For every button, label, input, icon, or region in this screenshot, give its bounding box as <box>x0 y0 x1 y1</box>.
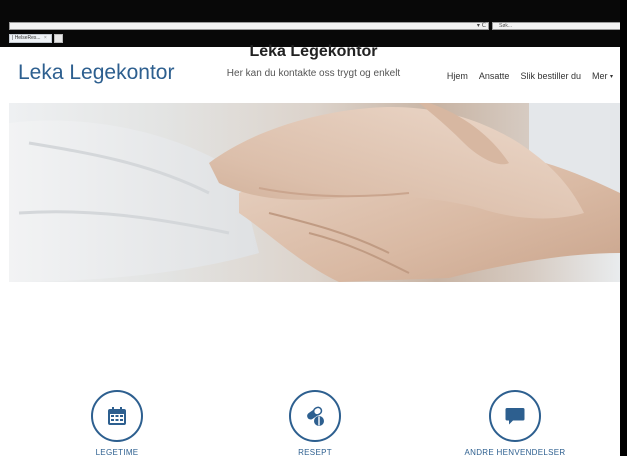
service-legetime[interactable]: LEGETIME <box>37 390 197 457</box>
pills-icon <box>307 406 324 426</box>
browser-search-placeholder: Søk... <box>499 23 513 29</box>
service-resept-button[interactable] <box>289 390 341 442</box>
hero-image <box>9 103 620 282</box>
page-subtitle: Her kan du kontakte oss trygt og enkelt <box>226 68 401 79</box>
reload-controls[interactable]: ▾ C <box>477 22 486 30</box>
browser-chrome: ▾ C Søk... | HelseRes... × <box>0 0 627 47</box>
service-legetime-button[interactable] <box>91 390 143 442</box>
page-title: Leka Legekontor <box>249 43 378 60</box>
browser-tab[interactable]: | HelseRes... × <box>9 34 52 43</box>
browser-tab-title: | HelseRes... <box>12 35 41 41</box>
address-bar[interactable]: ▾ C <box>9 22 489 30</box>
service-resept[interactable]: RESEPT <box>235 390 395 457</box>
service-andre-henvendelser[interactable]: ANDRE HENVENDELSER <box>435 390 595 457</box>
new-tab-button[interactable] <box>54 34 63 43</box>
close-icon[interactable]: × <box>44 35 47 41</box>
handshake-image <box>9 103 620 282</box>
browser-search-box[interactable]: Søk... <box>492 22 627 30</box>
service-andre-henvendelser-button[interactable] <box>489 390 541 442</box>
chat-icon <box>505 408 525 425</box>
calendar-icon <box>108 407 126 425</box>
